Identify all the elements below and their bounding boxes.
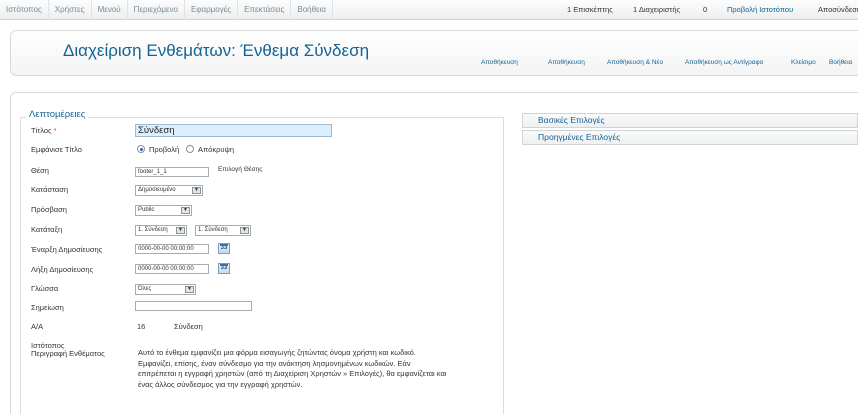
- visitors-count: 1 Επισκέπτης: [567, 5, 613, 14]
- description-line: επιτρέπεται η εγγραφή χρηστών (από τη Δι…: [138, 369, 447, 378]
- menu-item-users[interactable]: Χρήστες: [49, 0, 92, 20]
- required-mark: *: [53, 126, 57, 135]
- title-input[interactable]: Σύνδεση: [135, 124, 332, 137]
- calendar-icon[interactable]: 33: [218, 263, 230, 274]
- chevron-down-icon: ▼: [176, 227, 185, 234]
- ordering-value-1: 1. Σύνδεση: [138, 227, 168, 233]
- id-label: Α/Α: [31, 322, 44, 331]
- admins-count: 1 Διαχειριστής: [633, 5, 681, 14]
- access-label: Πρόσβαση: [31, 205, 67, 214]
- save-button[interactable]: Αποθήκευση: [548, 59, 585, 66]
- ordering-value-2: 1. Σύνδεση: [198, 227, 228, 233]
- description-label: Περιγραφή Ενθέματος: [31, 349, 105, 358]
- page-title: Διαχείριση Ενθεμάτων: Ένθεμα Σύνδεση: [63, 41, 370, 60]
- close-button[interactable]: Κλείσιμο: [791, 59, 816, 66]
- description-line: ένας άλλος σύνδεσμος για την εγγραφή χρη…: [138, 379, 303, 389]
- menu-item-menus[interactable]: Μενού: [92, 0, 128, 20]
- show-title-radio-show[interactable]: [137, 145, 145, 153]
- show-title-label: Εμφάνισε Τίτλο: [31, 145, 82, 154]
- select-position-link[interactable]: Επιλογή Θέσης: [218, 166, 262, 173]
- publish-up-label: Έναρξη Δημοσίευσης: [31, 245, 103, 254]
- advanced-options-panel[interactable]: Προηγμένες Επιλογές: [522, 130, 858, 145]
- state-select[interactable]: Δημοσιευμένο ▼: [135, 185, 203, 196]
- publish-up-input[interactable]: 0000-00-00 00:00:00: [135, 244, 209, 254]
- logout-link[interactable]: Αποσύνδεση: [818, 0, 858, 20]
- language-label: Γλώσσα: [31, 284, 59, 293]
- language-value: Όλες: [138, 286, 152, 292]
- menu-item-help[interactable]: Βοήθεια: [291, 0, 334, 20]
- save-copy-button[interactable]: Αποθήκευση ως Αντίγραφο: [685, 59, 763, 66]
- chevron-down-icon: ▼: [185, 286, 194, 293]
- basic-options-panel[interactable]: Βασικές Επιλογές: [522, 113, 858, 128]
- messages-count: 0: [703, 5, 708, 14]
- apply-button[interactable]: Αποθήκευση: [481, 59, 518, 66]
- ordering-select-1[interactable]: 1. Σύνδεση ▼: [135, 225, 187, 236]
- description-line: Εμφανίζει, επίσης, έναν σύνδεσμο για την…: [138, 358, 411, 368]
- note-label: Σημείωση: [31, 303, 64, 312]
- id-value: 16: [137, 322, 146, 331]
- language-select[interactable]: Όλες ▼: [135, 284, 196, 295]
- top-menu-bar: Ιστότοπος Χρήστες Μενού Περιεχόμενο Εφαρ…: [0, 0, 858, 20]
- menu-item-extensions[interactable]: Επεκτάσεις: [238, 0, 292, 20]
- title-label-text: Τίτλος: [31, 126, 52, 135]
- details-legend: Λεπτομέρειες: [26, 109, 89, 120]
- hide-option-label: Απόκρυψη: [198, 145, 234, 154]
- module-description: Αυτό το ένθεμα εμφανίζει μια φόρμα εισαγ…: [138, 348, 518, 390]
- access-select[interactable]: Public ▼: [135, 205, 192, 216]
- menu-item-content[interactable]: Περιεχόμενο: [128, 0, 185, 20]
- position-input[interactable]: footer_1_1: [135, 167, 209, 177]
- ordering-select-2[interactable]: 1. Σύνδεση ▼: [195, 225, 251, 236]
- publish-down-label: Λήξη Δημοσίευσης: [31, 265, 94, 274]
- menu-item-site[interactable]: Ιστότοπος: [0, 0, 49, 20]
- help-button[interactable]: Βοήθεια: [829, 59, 852, 66]
- show-option-label: Προβολή: [149, 145, 180, 154]
- id-name: Σύνδεση: [174, 322, 203, 331]
- main-menu: Ιστότοπος Χρήστες Μενού Περιεχόμενο Εφαρ…: [0, 0, 334, 20]
- calendar-icon[interactable]: 33: [218, 243, 230, 254]
- menu-item-components[interactable]: Εφαρμογές: [185, 0, 239, 20]
- title-label: Τίτλος *: [31, 126, 57, 135]
- note-input[interactable]: [135, 301, 252, 311]
- state-label: Κατάσταση: [31, 185, 69, 194]
- publish-down-input[interactable]: 0000-00-00 00:00:00: [135, 264, 209, 274]
- save-new-button[interactable]: Αποθήκευση & Νέο: [607, 59, 663, 66]
- chevron-down-icon: ▼: [181, 207, 190, 214]
- position-label: Θέση: [31, 166, 49, 175]
- view-site-link[interactable]: Προβολή Ιστοτόπου: [727, 0, 793, 20]
- chevron-down-icon: ▼: [240, 227, 249, 234]
- description-line: Αυτό το ένθεμα εμφανίζει μια φόρμα εισαγ…: [138, 348, 416, 357]
- show-title-radio-hide[interactable]: [186, 145, 194, 153]
- chevron-down-icon: ▼: [192, 187, 201, 194]
- ordering-label: Κατάταξη: [31, 225, 63, 234]
- state-value: Δημοσιευμένο: [138, 187, 176, 193]
- access-value: Public: [138, 207, 155, 213]
